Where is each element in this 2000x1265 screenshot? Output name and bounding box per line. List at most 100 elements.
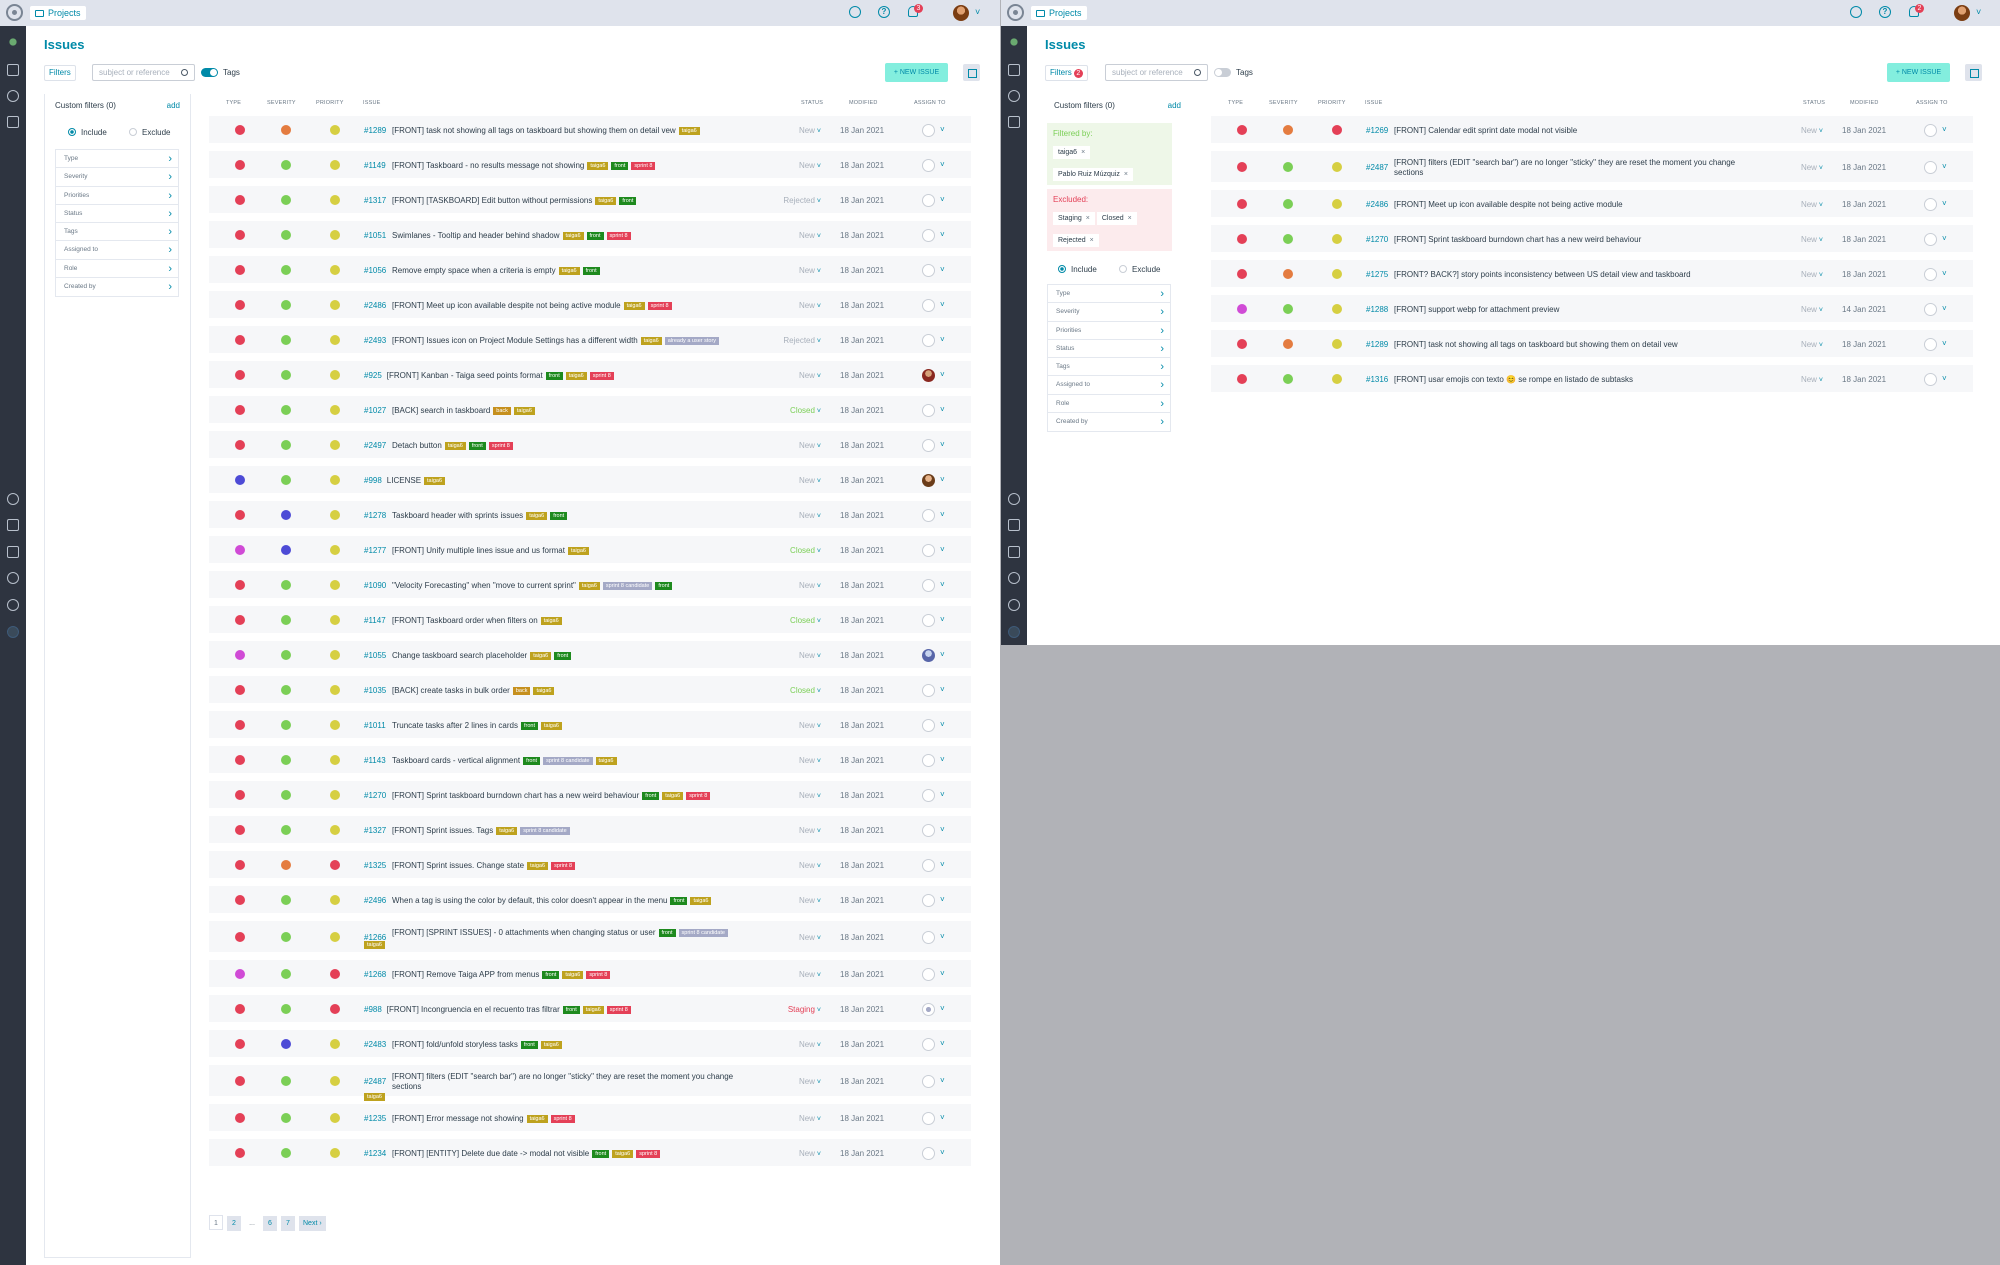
filter-category-role[interactable]: Role xyxy=(1048,395,1170,414)
priority-indicator[interactable] xyxy=(330,969,340,979)
epics-icon[interactable] xyxy=(1008,116,1020,128)
issue-subject-text[interactable]: [FRONT] Unify multiple lines issue and u… xyxy=(392,546,565,555)
include-radio[interactable]: Include xyxy=(68,128,107,137)
assignee-avatar[interactable] xyxy=(922,194,935,207)
table-row[interactable]: #925 [FRONT] Kanban - Taiga seed points f… xyxy=(209,361,971,389)
assignee-avatar[interactable] xyxy=(922,509,935,522)
assignee-avatar[interactable] xyxy=(922,719,935,732)
type-indicator[interactable] xyxy=(235,370,245,380)
severity-indicator[interactable] xyxy=(281,125,291,135)
type-indicator[interactable] xyxy=(235,1148,245,1158)
issue-subject-text[interactable]: Remove empty space when a criteria is em… xyxy=(392,266,556,275)
table-row[interactable]: #1270 [FRONT] Sprint taskboard burndown c… xyxy=(209,781,971,809)
filter-category-severity[interactable]: Severity xyxy=(1048,303,1170,322)
table-row[interactable]: #1289 [FRONT] task not showing all tags o… xyxy=(1211,330,1973,358)
new-issue-button[interactable]: + NEW ISSUE xyxy=(885,63,948,82)
assign-chevron-icon[interactable]: ˅ xyxy=(940,335,945,344)
filters-button[interactable]: Filters xyxy=(44,65,76,81)
assign-chevron-icon[interactable]: ˅ xyxy=(940,1148,945,1157)
type-indicator[interactable] xyxy=(1237,269,1247,279)
issue-ref-link[interactable]: #1317 xyxy=(364,196,386,205)
table-row[interactable]: #1277 [FRONT] Unify multiple lines issue … xyxy=(209,536,971,564)
issue-subject[interactable]: [BACK] search in taskboard back taiga6 xyxy=(392,406,535,415)
issue-subject[interactable]: Truncate tasks after 2 lines in cards fro… xyxy=(392,721,562,730)
table-row[interactable]: #1327 [FRONT] Sprint issues. Tags taiga6 sp… xyxy=(209,816,971,844)
type-indicator[interactable] xyxy=(235,195,245,205)
type-indicator[interactable] xyxy=(235,335,245,345)
severity-indicator[interactable] xyxy=(281,195,291,205)
search-icon[interactable] xyxy=(7,493,19,505)
priority-indicator[interactable] xyxy=(330,230,340,240)
severity-indicator[interactable] xyxy=(281,230,291,240)
status-dropdown[interactable]: New xyxy=(799,266,821,275)
assignee-avatar[interactable] xyxy=(922,1075,935,1088)
issue-ref-link[interactable]: #1051 xyxy=(364,231,386,240)
severity-indicator[interactable] xyxy=(281,1004,291,1014)
add-filter-link[interactable]: add xyxy=(1168,101,1181,110)
issue-subject[interactable]: [FRONT] task not showing all tags on tas… xyxy=(1394,340,1678,349)
issue-subject-line2[interactable]: sections xyxy=(1394,168,1423,177)
table-row[interactable]: #1035 [BACK] create tasks in bulk order ba… xyxy=(209,676,971,704)
type-indicator[interactable] xyxy=(235,160,245,170)
issue-ref-link[interactable]: #988 xyxy=(364,1005,382,1014)
assignee-avatar[interactable] xyxy=(1924,161,1937,174)
filter-category-status[interactable]: Status xyxy=(1048,340,1170,359)
assignee-avatar[interactable] xyxy=(922,299,935,312)
assignee-avatar[interactable] xyxy=(922,894,935,907)
col-issue[interactable]: ISSUE xyxy=(363,100,381,106)
wiki-icon[interactable] xyxy=(1008,546,1020,558)
priority-indicator[interactable] xyxy=(330,932,340,942)
issue-ref-link[interactable]: #1027 xyxy=(364,406,386,415)
priority-indicator[interactable] xyxy=(330,475,340,485)
assign-chevron-icon[interactable]: ˅ xyxy=(940,969,945,978)
issue-ref-link[interactable]: #1278 xyxy=(364,511,386,520)
issue-ref-link[interactable]: #1327 xyxy=(364,826,386,835)
table-row[interactable]: #2486 [FRONT] Meet up icon available desp… xyxy=(1211,190,1973,218)
priority-indicator[interactable] xyxy=(1332,304,1342,314)
severity-indicator[interactable] xyxy=(281,790,291,800)
remove-filter-icon[interactable]: × xyxy=(1090,237,1094,244)
type-indicator[interactable] xyxy=(235,1004,245,1014)
issue-ref-link[interactable]: #1149 xyxy=(364,161,386,170)
issue-subject[interactable]: [FRONT] Meet up icon available despite n… xyxy=(392,301,672,310)
issues-icon[interactable] xyxy=(7,90,19,102)
status-dropdown[interactable]: New xyxy=(799,231,821,240)
status-dropdown[interactable]: New xyxy=(799,1149,821,1158)
issue-ref-link[interactable]: #2497 xyxy=(364,441,386,450)
assignee-avatar[interactable] xyxy=(922,159,935,172)
issue-subject[interactable]: [FRONT] Issues icon on Project Module Se… xyxy=(392,336,720,345)
issue-subject[interactable]: Swimlanes - Tooltip and header behind sh… xyxy=(392,231,631,240)
assignee-avatar[interactable] xyxy=(922,229,935,242)
settings-icon[interactable] xyxy=(1008,599,1020,611)
assign-chevron-icon[interactable]: ˅ xyxy=(940,510,945,519)
priority-indicator[interactable] xyxy=(330,440,340,450)
bulk-insert-button[interactable] xyxy=(963,64,980,81)
table-row[interactable]: #1011 Truncate tasks after 2 lines in car… xyxy=(209,711,971,739)
table-row[interactable]: #1143 Taskboard cards - vertical alignmen… xyxy=(209,746,971,774)
col-modified[interactable]: MODIFIED xyxy=(849,100,878,106)
exclude-radio[interactable]: Exclude xyxy=(1119,265,1160,274)
col-modified[interactable]: MODIFIED xyxy=(1850,100,1879,106)
remove-filter-icon[interactable]: × xyxy=(1124,171,1128,178)
issue-subject-text[interactable]: [FRONT] Taskboard order when filters on xyxy=(392,616,538,625)
status-dropdown[interactable]: New xyxy=(799,301,821,310)
priority-indicator[interactable] xyxy=(1332,269,1342,279)
assignee-avatar[interactable] xyxy=(922,931,935,944)
issue-subject-line2[interactable]: sections xyxy=(392,1082,421,1091)
assign-chevron-icon[interactable]: ˅ xyxy=(1942,339,1947,348)
filter-category-assigned-to[interactable]: Assigned to xyxy=(1048,376,1170,395)
severity-indicator[interactable] xyxy=(281,720,291,730)
table-row[interactable]: #1288 [FRONT] support webp for attachment… xyxy=(1211,295,1973,323)
table-row[interactable]: #1269 [FRONT] Calendar edit sprint date m… xyxy=(1211,116,1973,144)
issue-subject[interactable]: [BACK] create tasks in bulk order back tai… xyxy=(392,686,555,695)
issue-subject[interactable]: [FRONT] support webp for attachment prev… xyxy=(1394,305,1559,314)
priority-indicator[interactable] xyxy=(330,860,340,870)
status-dropdown[interactable]: New xyxy=(1801,163,1823,172)
severity-indicator[interactable] xyxy=(281,545,291,555)
table-row[interactable]: #1325 [FRONT] Sprint issues. Change state… xyxy=(209,851,971,879)
assignee-avatar[interactable] xyxy=(922,369,935,382)
issue-ref-link[interactable]: #1011 xyxy=(364,721,386,730)
issue-subject[interactable]: [FRONT] Incongruencia en el recuento tra… xyxy=(387,1005,631,1014)
page-button[interactable]: 2 xyxy=(227,1216,241,1231)
issue-subject-text[interactable]: [FRONT? BACK?] story points inconsistenc… xyxy=(1394,270,1691,279)
